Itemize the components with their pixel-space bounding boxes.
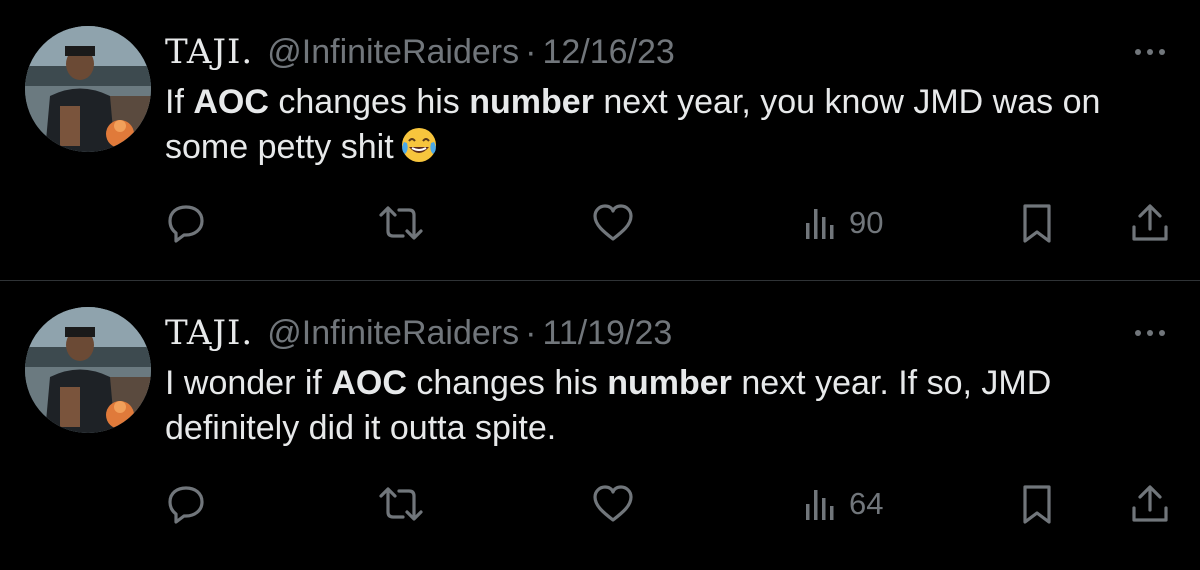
bookmark-button[interactable] (1017, 195, 1057, 251)
tweet-header: TAJI. @InfiniteRaiders · 11/19/23 (165, 311, 672, 355)
tweet-actions: 64 (0, 476, 1200, 532)
avatar[interactable] (25, 307, 151, 433)
views-count: 90 (849, 205, 884, 240)
retweet-icon (377, 201, 425, 245)
tweet-date[interactable]: 12/16/23 (542, 33, 674, 71)
like-button[interactable] (590, 476, 636, 532)
face-with-tears-of-joy-icon (400, 126, 438, 164)
tweet-actions: 90 (0, 195, 1200, 251)
reply-icon (164, 201, 208, 245)
tweet-text-part: I wonder if (165, 364, 332, 402)
heart-icon (590, 482, 636, 526)
tweet-text-part: If (165, 83, 194, 121)
tweet-text: If AOC changes his number next year, you… (165, 80, 1155, 170)
share-button[interactable] (1128, 195, 1172, 251)
more-dots-icon[interactable] (1130, 323, 1170, 343)
views-bar-chart-icon (803, 482, 839, 526)
tweet-header: TAJI. @InfiniteRaiders · 12/16/23 (165, 30, 675, 74)
display-name[interactable]: TAJI. (165, 313, 253, 353)
retweet-button[interactable] (377, 195, 425, 251)
views-button[interactable]: 64 (803, 476, 883, 532)
tweet-text-part: changes his (268, 83, 470, 121)
more-dots-icon[interactable] (1130, 42, 1170, 62)
tweet-text-bold: number (607, 364, 732, 402)
reply-button[interactable] (164, 195, 208, 251)
bookmark-icon (1017, 482, 1057, 526)
reply-button[interactable] (164, 476, 208, 532)
tweet-text-bold: AOC (331, 364, 407, 402)
retweet-icon (377, 482, 425, 526)
separator: · (525, 314, 537, 352)
tweet-text: I wonder if AOC changes his number next … (165, 361, 1155, 451)
tweet-text-bold: AOC (193, 83, 269, 121)
separator: · (525, 33, 537, 71)
share-icon (1128, 201, 1172, 245)
retweet-button[interactable] (377, 476, 425, 532)
views-button[interactable]: 90 (803, 195, 883, 251)
reply-icon (164, 482, 208, 526)
bookmark-icon (1017, 201, 1057, 245)
share-button[interactable] (1128, 476, 1172, 532)
tweet-text-bold: number (469, 83, 594, 121)
views-count: 64 (849, 486, 884, 521)
bookmark-button[interactable] (1017, 476, 1057, 532)
tweet[interactable]: TAJI. @InfiniteRaiders · 11/19/23 I wonder … (0, 281, 1200, 570)
display-name[interactable]: TAJI. (165, 32, 253, 72)
handle[interactable]: @InfiniteRaiders (267, 33, 519, 71)
tweet-text-part: changes his (406, 364, 608, 402)
tweet-date[interactable]: 11/19/23 (542, 314, 672, 352)
timeline: TAJI. @InfiniteRaiders · 12/16/23 If AOC ch… (0, 0, 1200, 570)
views-bar-chart-icon (803, 201, 839, 245)
avatar[interactable] (25, 26, 151, 152)
like-button[interactable] (590, 195, 636, 251)
heart-icon (590, 201, 636, 245)
tweet[interactable]: TAJI. @InfiniteRaiders · 12/16/23 If AOC ch… (0, 0, 1200, 281)
handle[interactable]: @InfiniteRaiders (267, 314, 519, 352)
share-icon (1128, 482, 1172, 526)
